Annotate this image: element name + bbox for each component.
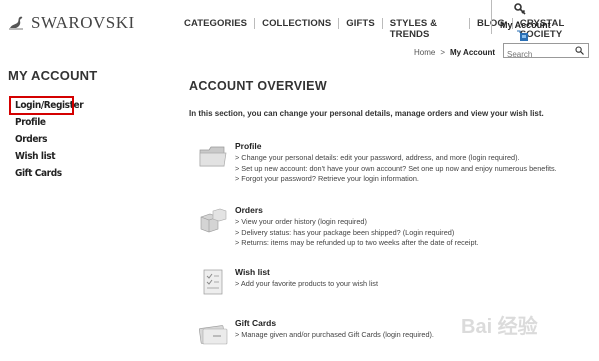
breadcrumb-separator: > <box>440 48 446 57</box>
search-box <box>503 43 589 61</box>
nav-collections[interactable]: COLLECTIONS <box>254 18 338 29</box>
my-account-link[interactable]: My Account <box>491 0 551 34</box>
sidebar-item-gift-cards[interactable]: Gift Cards <box>15 168 83 185</box>
profile-line-1: Change your personal details: edit your … <box>235 153 585 164</box>
brand-wordmark: SWAROVSKI <box>31 13 135 32</box>
brand-logo[interactable]: SWAROVSKI <box>7 13 135 33</box>
nav-categories[interactable]: CATEGORIES <box>177 18 254 29</box>
search-input[interactable] <box>504 48 578 61</box>
sidebar-title: MY ACCOUNT <box>8 68 98 83</box>
breadcrumb-home[interactable]: Home <box>414 48 435 57</box>
breadcrumb: Home > My Account <box>414 48 495 57</box>
boxes-icon <box>200 208 227 233</box>
wish-list-line-1: Add your favorite products to your wish … <box>235 279 585 290</box>
search-icon[interactable] <box>575 46 584 55</box>
intro-text: In this section, you can change your per… <box>189 109 544 118</box>
profile-line-2: Set up new account: don't have your own … <box>235 164 585 175</box>
my-account-label: My Account <box>500 20 551 30</box>
nav-gifts[interactable]: GIFTS <box>338 18 381 29</box>
orders-line-3: Returns: items may be refunded up to two… <box>235 238 585 249</box>
nav-styles-trends[interactable]: STYLES & TRENDS <box>381 18 469 40</box>
key-icon <box>514 3 526 15</box>
sidebar-item-profile[interactable]: Profile <box>15 117 83 134</box>
sidebar-item-wish-list[interactable]: Wish list <box>15 151 83 168</box>
section-heading-orders[interactable]: Orders <box>235 205 585 215</box>
page-title: ACCOUNT OVERVIEW <box>189 79 327 93</box>
profile-line-3: Forgot your password? Retrieve your logi… <box>235 174 585 185</box>
folder-icon <box>199 146 227 167</box>
highlight-box <box>9 96 74 115</box>
breadcrumb-current: My Account <box>450 48 496 57</box>
orders-line-1: View your order history (login required) <box>235 217 585 228</box>
orders-line-2: Delivery status: has your package been s… <box>235 228 585 239</box>
watermark: Bai 经验 <box>461 316 538 338</box>
checklist-icon <box>203 269 223 295</box>
section-heading-wish-list[interactable]: Wish list <box>235 267 585 277</box>
sidebar-item-orders[interactable]: Orders <box>15 134 83 151</box>
swan-logo-icon <box>9 16 23 30</box>
gift-card-icon <box>198 325 228 345</box>
section-heading-profile[interactable]: Profile <box>235 141 585 151</box>
cart-icon[interactable] <box>517 30 529 42</box>
